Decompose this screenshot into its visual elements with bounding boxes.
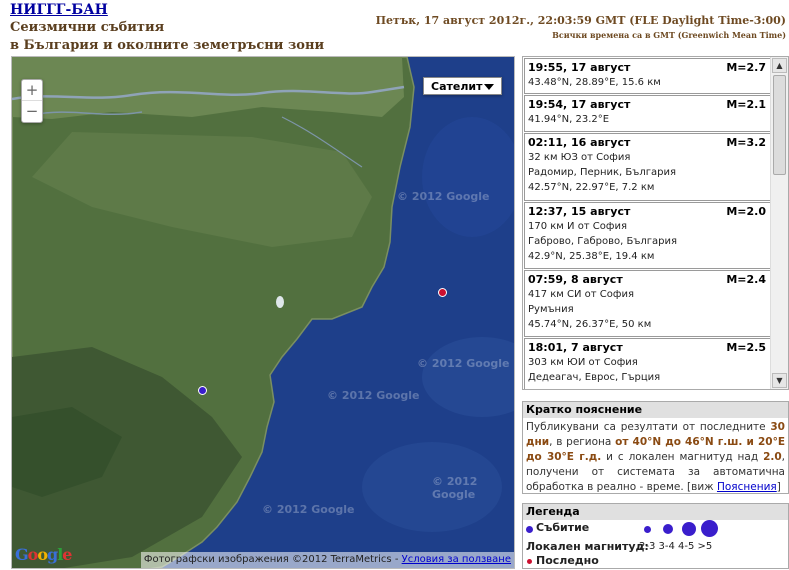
- event-item[interactable]: 12:37, 15 август M=2.0 170 км И от София…: [524, 202, 771, 269]
- event-magnitude: M=3.2: [726, 136, 766, 149]
- page-subtitle-line1: Сеизмични събития: [10, 20, 165, 35]
- map-type-dropdown[interactable]: Сателит: [423, 77, 502, 95]
- event-list-scrollbar[interactable]: ▲ ▼: [770, 57, 788, 389]
- event-detail: 45.74°N, 26.37°E, 50 км: [528, 319, 652, 330]
- magnitude-above-5-icon: [701, 520, 718, 537]
- google-logo: Google: [15, 545, 72, 564]
- zoom-in-button[interactable]: +: [22, 80, 42, 100]
- latest-event-marker[interactable]: [438, 288, 447, 297]
- event-detail: 41.94°N, 23.2°E: [528, 114, 610, 125]
- map-watermark: © 2012 Google: [262, 503, 355, 516]
- event-item[interactable]: 02:11, 16 август M=3.2 32 км ЮЗ от София…: [524, 133, 771, 201]
- event-item[interactable]: 07:59, 8 август M=2.4 417 км СИ от София…: [524, 270, 771, 337]
- map-type-label: Сателит: [431, 80, 483, 93]
- event-magnitude: M=2.4: [726, 273, 766, 286]
- latest-dot-icon: [527, 559, 532, 564]
- legend-magnitude-ranges: 2-3 3-4 4-5 >5: [639, 541, 713, 552]
- map-watermark: © 2012 Google: [417, 357, 510, 370]
- event-detail: 32 км ЮЗ от София: [528, 152, 631, 163]
- magnitude-2-3-icon: [644, 526, 651, 533]
- event-marker[interactable]: [198, 386, 207, 395]
- event-magnitude: M=2.7: [726, 61, 766, 74]
- event-detail: 42.57°N, 22.97°E, 7.2 км: [528, 182, 655, 193]
- explanation-text: Публикувани са резултати от последните 3…: [526, 421, 786, 493]
- terms-link[interactable]: Условия за ползване: [402, 554, 511, 565]
- event-list[interactable]: 19:55, 17 август M=2.7 43.48°N, 28.89°E,…: [522, 56, 789, 390]
- scroll-thumb[interactable]: [773, 75, 786, 175]
- map-watermark: © 2012 Google: [397, 190, 490, 203]
- event-magnitude: M=2.5: [726, 341, 766, 354]
- event-item[interactable]: 19:54, 17 август M=2.1 41.94°N, 23.2°E: [524, 95, 771, 132]
- chevron-down-icon: [484, 84, 494, 90]
- legend-title: Легенда: [523, 504, 788, 520]
- event-magnitude: M=2.0: [726, 205, 766, 218]
- event-detail: 42.9°N, 25.38°E, 19.4 км: [528, 251, 655, 262]
- scroll-up-icon[interactable]: ▲: [772, 58, 787, 73]
- timezone-note: Всички времена са в GMT (Greenwich Mean …: [552, 30, 786, 40]
- event-item[interactable]: 19:55, 17 август M=2.7 43.48°N, 28.89°E,…: [524, 58, 771, 94]
- legend-latest-label: Последно: [536, 554, 599, 567]
- zoom-control: + −: [21, 79, 43, 123]
- legend-event-label: Събитие: [536, 521, 590, 534]
- event-detail: 43.48°N, 28.89°E, 15.6 км: [528, 77, 661, 88]
- event-detail: 303 км ЮИ от София: [528, 357, 638, 368]
- zoom-out-button[interactable]: −: [22, 100, 42, 121]
- legend-magnitude-label: Локален магнитуд:: [526, 540, 649, 553]
- scroll-down-icon[interactable]: ▼: [772, 373, 787, 388]
- map-watermark: © 2012 Google: [327, 389, 420, 402]
- event-detail: 417 км СИ от София: [528, 289, 634, 300]
- map-view[interactable]: © 2012 Google © 2012 Google © 2012 Googl…: [11, 56, 515, 569]
- brand-link[interactable]: НИГГГ-БАН: [10, 2, 108, 18]
- event-magnitude: M=2.1: [726, 98, 766, 111]
- attribution-text: Фотографски изображения ©2012 TerraMetri…: [143, 554, 402, 565]
- explanation-panel: Кратко пояснение Публикувани са резултат…: [522, 401, 789, 494]
- current-datetime: Петък, 17 август 2012г., 22:03:59 GMT (F…: [375, 14, 786, 27]
- magnitude-4-5-icon: [682, 522, 696, 536]
- map-watermark: © 2012 Google: [432, 475, 478, 501]
- event-detail: 170 км И от София: [528, 221, 627, 232]
- event-detail: Дедеагач, Еврос, Гърция: [528, 372, 661, 383]
- event-dot-icon: [526, 526, 533, 533]
- event-detail: Румъния: [528, 304, 574, 315]
- map-attribution: Фотографски изображения ©2012 TerraMetri…: [140, 552, 514, 568]
- event-item[interactable]: 18:01, 7 август M=2.5 303 км ЮИ от София…: [524, 338, 771, 389]
- event-detail: Габрово, Габрово, България: [528, 236, 678, 247]
- event-detail: Радомир, Перник, България: [528, 167, 676, 178]
- page-subtitle-line2: в България и околните земетръсни зони: [10, 38, 325, 53]
- explanation-title: Кратко пояснение: [523, 402, 788, 418]
- magnitude-3-4-icon: [663, 524, 673, 534]
- explanations-link[interactable]: Пояснения: [717, 481, 777, 493]
- legend-panel: Легенда Събитие Локален магнитуд: 2-3 3-…: [522, 503, 789, 569]
